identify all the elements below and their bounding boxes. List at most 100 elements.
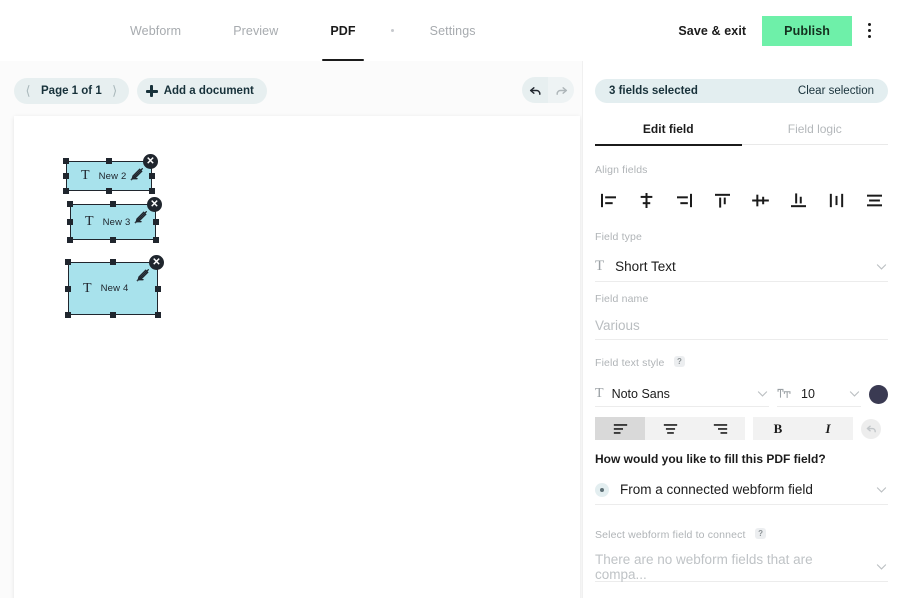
chevron-down-icon	[757, 391, 768, 397]
resize-handle[interactable]	[63, 188, 69, 194]
resize-handle[interactable]	[110, 201, 116, 207]
clear-selection-button[interactable]: Clear selection	[798, 85, 874, 97]
pdf-field-label: New 3	[102, 216, 131, 228]
resize-handle[interactable]	[65, 312, 71, 318]
pdf-field-content: T New 2	[81, 169, 127, 183]
resize-handle[interactable]	[153, 219, 159, 225]
top-actions: Save & exit Publish	[662, 0, 886, 61]
help-question-icon[interactable]: ?	[673, 356, 685, 368]
font-family-icon: T	[595, 385, 604, 401]
font-size-select[interactable]: 10	[777, 381, 861, 407]
pdf-field-content: T New 3	[85, 215, 131, 229]
resize-handle[interactable]	[153, 237, 159, 243]
tab-pdf[interactable]: PDF	[304, 0, 381, 61]
text-type-icon: T	[595, 258, 605, 274]
field-text-style-section: Field text style ? T Noto Sans 10 B I	[595, 353, 888, 440]
tab-preview[interactable]: Preview	[207, 0, 304, 61]
pdf-page-canvas[interactable]: T New 2 ✕ T New 3 ✕ T New 4 ✕	[14, 116, 580, 598]
resize-handle[interactable]	[110, 237, 116, 243]
pdf-field-content: T New 4	[83, 280, 129, 296]
connect-webform-field-section: Select webform field to connect ? There …	[595, 525, 888, 582]
resize-handle[interactable]	[155, 312, 161, 318]
tab-separator-dot-icon	[382, 0, 404, 61]
align-left-icon[interactable]	[595, 188, 621, 212]
delete-field-icon[interactable]: ✕	[149, 255, 164, 270]
field-type-label: Field type	[595, 231, 643, 243]
publish-button[interactable]: Publish	[762, 15, 852, 46]
italic-button[interactable]: I	[803, 417, 853, 440]
bold-button[interactable]: B	[753, 417, 803, 440]
align-center-horizontal-icon[interactable]	[633, 188, 659, 212]
chevron-down-icon	[876, 264, 887, 270]
text-format-row: B I	[595, 417, 888, 440]
tab-field-logic[interactable]: Field logic	[742, 113, 889, 145]
delete-field-icon[interactable]: ✕	[143, 154, 158, 169]
help-question-icon[interactable]: ?	[755, 528, 767, 540]
font-family-select[interactable]: T Noto Sans	[595, 381, 769, 407]
next-page-icon[interactable]: ⟩	[107, 81, 123, 101]
delete-field-icon[interactable]: ✕	[147, 197, 162, 212]
selected-count-label: 3 fields selected	[609, 85, 698, 97]
italic-label: I	[825, 420, 831, 436]
resize-handle[interactable]	[110, 259, 116, 265]
resize-handle[interactable]	[65, 259, 71, 265]
pdf-field-label: New 2	[98, 170, 127, 182]
resize-handle[interactable]	[110, 312, 116, 318]
pdf-field-box[interactable]: T New 4 ✕	[65, 255, 164, 318]
reset-arrow-icon[interactable]	[861, 418, 881, 439]
resize-handle[interactable]	[67, 201, 73, 207]
distribute-vertical-icon[interactable]	[862, 188, 888, 212]
align-bottom-icon[interactable]	[786, 188, 812, 212]
field-type-select[interactable]: T Short Text	[595, 252, 888, 282]
align-fields-label: Align fields	[595, 164, 648, 176]
undo-arrow-icon[interactable]	[522, 77, 548, 103]
prev-page-icon[interactable]: ⟨	[20, 81, 36, 101]
resize-handle[interactable]	[106, 158, 112, 164]
align-right-icon[interactable]	[671, 188, 697, 212]
pdf-field-box[interactable]: T New 3 ✕	[67, 197, 162, 243]
fill-method-select[interactable]: From a connected webform field	[595, 475, 888, 505]
distribute-horizontal-icon[interactable]	[824, 188, 850, 212]
text-color-swatch[interactable]	[869, 384, 888, 404]
resize-handle[interactable]	[155, 285, 161, 292]
add-document-label: Add a document	[163, 85, 254, 97]
align-fields-section: Align fields	[595, 164, 888, 212]
field-name-input[interactable]	[595, 318, 888, 333]
field-name-input-wrap	[595, 312, 888, 340]
text-align-left-icon[interactable]	[595, 417, 645, 440]
resize-handle[interactable]	[65, 285, 71, 292]
app-root: Webform Preview PDF Settings Save & exit…	[0, 0, 900, 598]
resize-handle[interactable]	[67, 237, 73, 243]
text-align-right-icon[interactable]	[695, 417, 745, 440]
resize-handle[interactable]	[63, 173, 69, 179]
field-type-section: Field type T Short Text	[595, 231, 888, 282]
tab-webform[interactable]: Webform	[104, 0, 207, 61]
resize-handle[interactable]	[149, 188, 155, 194]
resize-handle[interactable]	[106, 188, 112, 194]
plus-icon	[145, 85, 158, 97]
align-top-icon[interactable]	[709, 188, 735, 212]
radio-selected-icon	[595, 482, 609, 497]
pdf-field-label: New 4	[100, 283, 129, 294]
resize-handle[interactable]	[67, 219, 73, 225]
add-document-button[interactable]: Add a document	[136, 78, 267, 104]
tab-settings[interactable]: Settings	[404, 0, 502, 61]
pdf-field-box[interactable]: T New 2 ✕	[63, 154, 158, 194]
signature-pen-icon	[134, 211, 147, 224]
resize-handle[interactable]	[63, 158, 69, 164]
text-field-icon: T	[83, 280, 92, 296]
resize-handle[interactable]	[149, 173, 155, 179]
top-navigation-bar: Webform Preview PDF Settings Save & exit…	[0, 0, 900, 61]
text-align-center-icon[interactable]	[645, 417, 695, 440]
field-text-style-header: Field text style ?	[595, 353, 888, 371]
text-field-icon: T	[81, 168, 90, 183]
kebab-menu-icon[interactable]	[852, 11, 886, 51]
redo-arrow-icon[interactable]	[548, 77, 574, 103]
align-middle-vertical-icon[interactable]	[748, 188, 774, 212]
chevron-down-icon	[876, 487, 887, 493]
connect-field-placeholder: There are no webform fields that are com…	[595, 551, 813, 582]
tab-edit-field[interactable]: Edit field	[595, 113, 742, 146]
fill-method-value: From a connected webform field	[620, 482, 813, 497]
save-and-exit-button[interactable]: Save & exit	[662, 24, 762, 38]
connect-field-select[interactable]: There are no webform fields that are com…	[595, 552, 888, 582]
